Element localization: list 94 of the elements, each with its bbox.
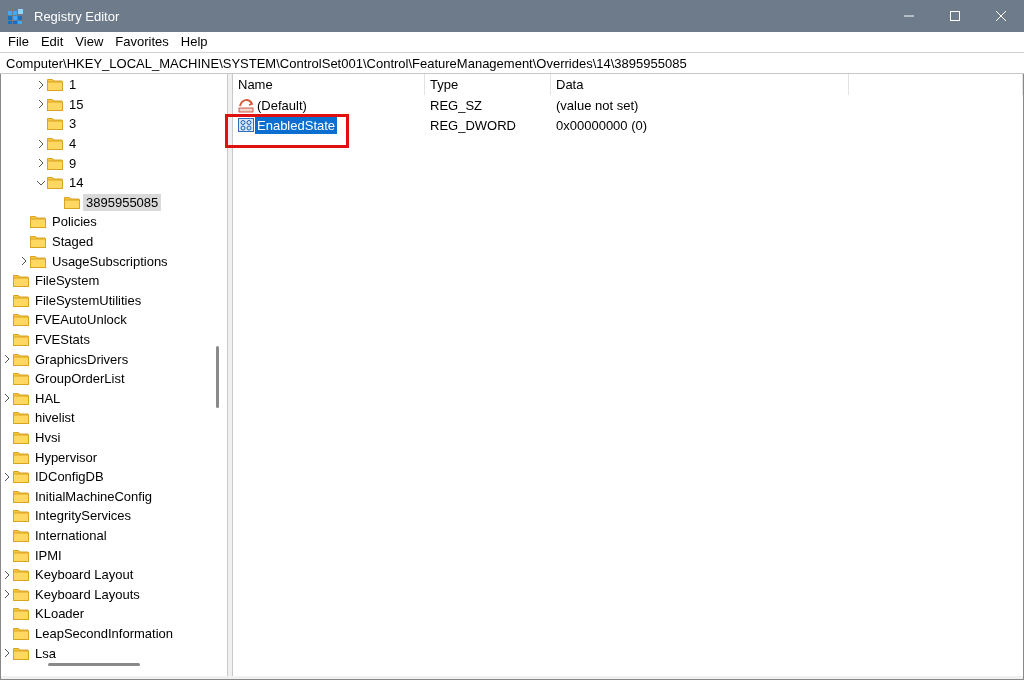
tree-item[interactable]: Staged [49,233,97,251]
chevron-right-icon[interactable] [37,79,45,90]
tree-item[interactable]: LeapSecondInformation [32,624,177,642]
folder-icon [30,235,46,249]
folder-icon [13,274,29,288]
tree-item[interactable]: IntegrityServices [32,507,135,525]
tree-item[interactable]: IPMI [32,546,65,564]
tree-item[interactable]: 1 [66,76,80,94]
folder-icon [47,117,63,131]
tree-item[interactable]: International [32,526,110,544]
tree-item[interactable]: 3 [66,115,80,133]
folder-icon [13,293,29,307]
folder-icon [47,137,63,151]
value-type: REG_SZ [429,96,483,115]
chevron-right-icon[interactable] [3,589,11,600]
folder-icon [13,607,29,621]
tree-item[interactable]: FVEAutoUnlock [32,311,130,329]
folder-icon [47,176,63,190]
chevron-down-icon[interactable] [36,178,46,187]
folder-icon [13,333,29,346]
string-value-icon [238,97,254,113]
folder-icon [47,156,63,170]
tree-item[interactable]: 4 [66,135,80,153]
chevron-right-icon[interactable] [37,158,45,169]
tree-item[interactable]: hivelist [32,409,78,427]
folder-icon [13,509,29,523]
menu-item[interactable]: View [69,33,110,51]
folder-icon [13,431,29,444]
chevron-right-icon[interactable] [3,393,11,404]
tree-item[interactable]: Policies [49,213,100,231]
folder-icon [13,568,29,582]
folder-icon [30,215,46,229]
address-field[interactable]: Computer\HKEY_LOCAL_MACHINE\SYSTEM\ControlSet001\Control\FeatureManagement\Overrides\14\3895955085 [0,52,1024,74]
tree-item[interactable]: FVEStats [32,331,93,348]
chevron-right-icon[interactable] [3,471,11,482]
menu-item[interactable]: Edit [34,33,70,51]
tree-item[interactable]: Keyboard Layouts [32,585,143,603]
value-name[interactable]: (Default) [255,96,309,114]
folder-icon [13,313,29,327]
menu-item[interactable]: File [2,33,35,51]
value-type: REG_DWORD [429,116,517,135]
tree-item[interactable]: GraphicsDrivers [32,350,132,368]
folder-icon [13,450,29,464]
column-header[interactable]: Type [425,74,551,95]
column-header[interactable]: Data [551,74,849,95]
tree-item[interactable]: InitialMachineConfig [32,487,156,505]
folder-icon [13,411,29,425]
folder-icon [13,626,29,640]
folder-icon [13,470,29,484]
folder-icon [13,372,29,386]
tree-item[interactable]: IDConfigDB [32,468,107,486]
tree-item[interactable]: HAL [32,389,64,407]
value-data: 0x00000000 (0) [555,116,649,135]
folder-icon [13,646,29,660]
tree-item[interactable]: 9 [66,154,80,172]
window-title: Registry Editor [34,8,120,24]
folder-icon [13,548,29,562]
tree-item[interactable]: Keyboard Layout [32,566,137,584]
value-data: (value not set) [555,96,640,115]
folder-icon [13,352,29,366]
registry-app-icon [8,8,24,24]
tree-item[interactable]: 14 [66,174,87,192]
folder-icon [13,587,29,601]
menu-item[interactable]: Help [174,33,214,51]
tree-item[interactable]: FileSystemUtilities [32,291,145,309]
chevron-right-icon[interactable] [3,648,11,658]
close-icon [995,10,1007,22]
column-header[interactable]: Name [233,74,425,95]
folder-icon [30,254,46,268]
maximize-icon [949,10,961,22]
tree-item[interactable]: KLoader [32,605,88,623]
chevron-right-icon[interactable] [3,569,11,580]
chevron-right-icon[interactable] [37,138,45,149]
vertical-scrollbar-thumb[interactable] [216,346,219,408]
tree-item[interactable]: Hypervisor [32,448,101,466]
tree-item[interactable]: Lsa [32,644,59,662]
folder-icon [47,78,63,92]
tree-item[interactable]: Hvsi [32,429,64,446]
tree-item[interactable]: 15 [66,95,87,113]
chevron-right-icon[interactable] [37,99,45,110]
chevron-right-icon[interactable] [20,256,28,267]
folder-icon [13,391,29,405]
tree-item[interactable]: UsageSubscriptions [49,252,171,270]
horizontal-scrollbar-thumb[interactable] [48,663,140,666]
menu-item[interactable]: Favorites [109,33,175,51]
folder-icon [64,195,80,209]
folder-icon [13,489,29,503]
folder-icon [47,97,63,111]
binary-value-icon [238,117,254,133]
tree-item[interactable]: FileSystem [32,272,103,290]
tree-item[interactable]: GroupOrderList [32,370,128,388]
folder-icon [13,528,29,542]
chevron-right-icon[interactable] [3,354,11,365]
tree-item[interactable]: 3895955085 [83,193,162,211]
